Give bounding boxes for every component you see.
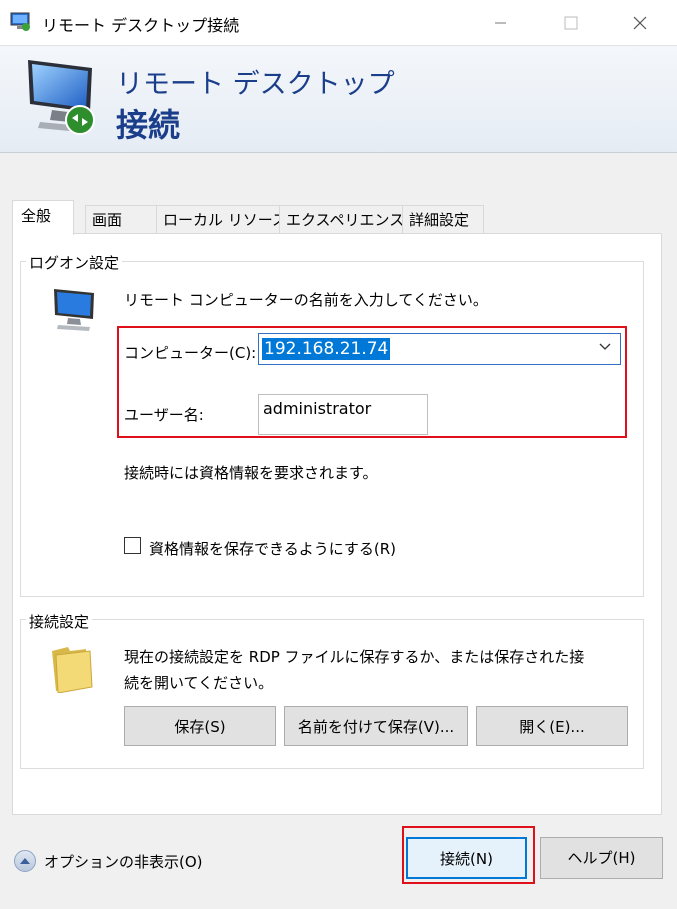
hide-options-toggle[interactable]: オプションの非表示(O) [14, 848, 203, 874]
folder-icon [46, 641, 96, 697]
help-button[interactable]: ヘルプ(H) [540, 837, 663, 879]
tab-general[interactable]: 全般 [12, 200, 74, 235]
open-button[interactable]: 開く(E)... [476, 706, 628, 746]
save-as-button[interactable]: 名前を付けて保存(V)... [284, 706, 468, 746]
header-banner: リモート デスクトップ 接続 [0, 46, 677, 153]
connect-button[interactable]: 接続(N) [406, 837, 527, 879]
tab-advanced[interactable]: 詳細設定 [402, 205, 484, 233]
save-button[interactable]: 保存(S) [124, 706, 276, 746]
app-icon [10, 12, 32, 36]
maximize-icon [564, 16, 578, 29]
window-title: リモート デスクトップ接続 [42, 16, 240, 35]
save-credentials-checkbox[interactable] [124, 537, 141, 554]
username-label: ユーザー名: [124, 406, 204, 424]
tab-display[interactable]: 画面 [85, 205, 157, 233]
minimize-button[interactable] [478, 0, 524, 45]
connection-settings-group [20, 619, 644, 769]
title-bar[interactable]: リモート デスクトップ接続 [0, 0, 677, 46]
computer-value: 192.168.21.74 [262, 338, 391, 360]
close-button[interactable] [617, 0, 663, 45]
connection-description-line1: 現在の接続設定を RDP ファイルに保存するか、または保存された接 [124, 648, 585, 666]
chevron-down-icon[interactable] [598, 340, 612, 358]
tab-experience[interactable]: エクスペリエンス [279, 205, 404, 233]
connection-settings-label: 接続設定 [26, 611, 93, 632]
remote-desktop-monitor-icon [22, 54, 106, 144]
maximize-button[interactable] [548, 0, 594, 45]
computer-name-instruction: リモート コンピューターの名前を入力してください。 [124, 291, 488, 309]
tab-local-resources[interactable]: ローカル リソース [156, 205, 287, 233]
computer-label: コンピューター(C): [124, 344, 257, 362]
computer-combobox[interactable]: 192.168.21.74 [258, 333, 621, 365]
minimize-icon [495, 22, 506, 23]
logon-settings-label: ログオン設定 [26, 252, 123, 273]
connection-description-line2: 続を開いてください。 [124, 674, 274, 692]
banner-title-line1: リモート デスクトップ [116, 69, 395, 100]
save-credentials-label[interactable]: 資格情報を保存できるようにする(R) [149, 538, 396, 559]
chevron-up-icon [14, 850, 36, 872]
close-icon [633, 16, 647, 29]
credential-prompt-note: 接続時には資格情報を要求されます。 [124, 464, 378, 482]
username-input[interactable] [258, 394, 428, 435]
hide-options-label: オプションの非表示(O) [44, 852, 203, 871]
computer-monitor-icon [44, 285, 100, 337]
banner-title-line2: 接続 [116, 106, 181, 144]
